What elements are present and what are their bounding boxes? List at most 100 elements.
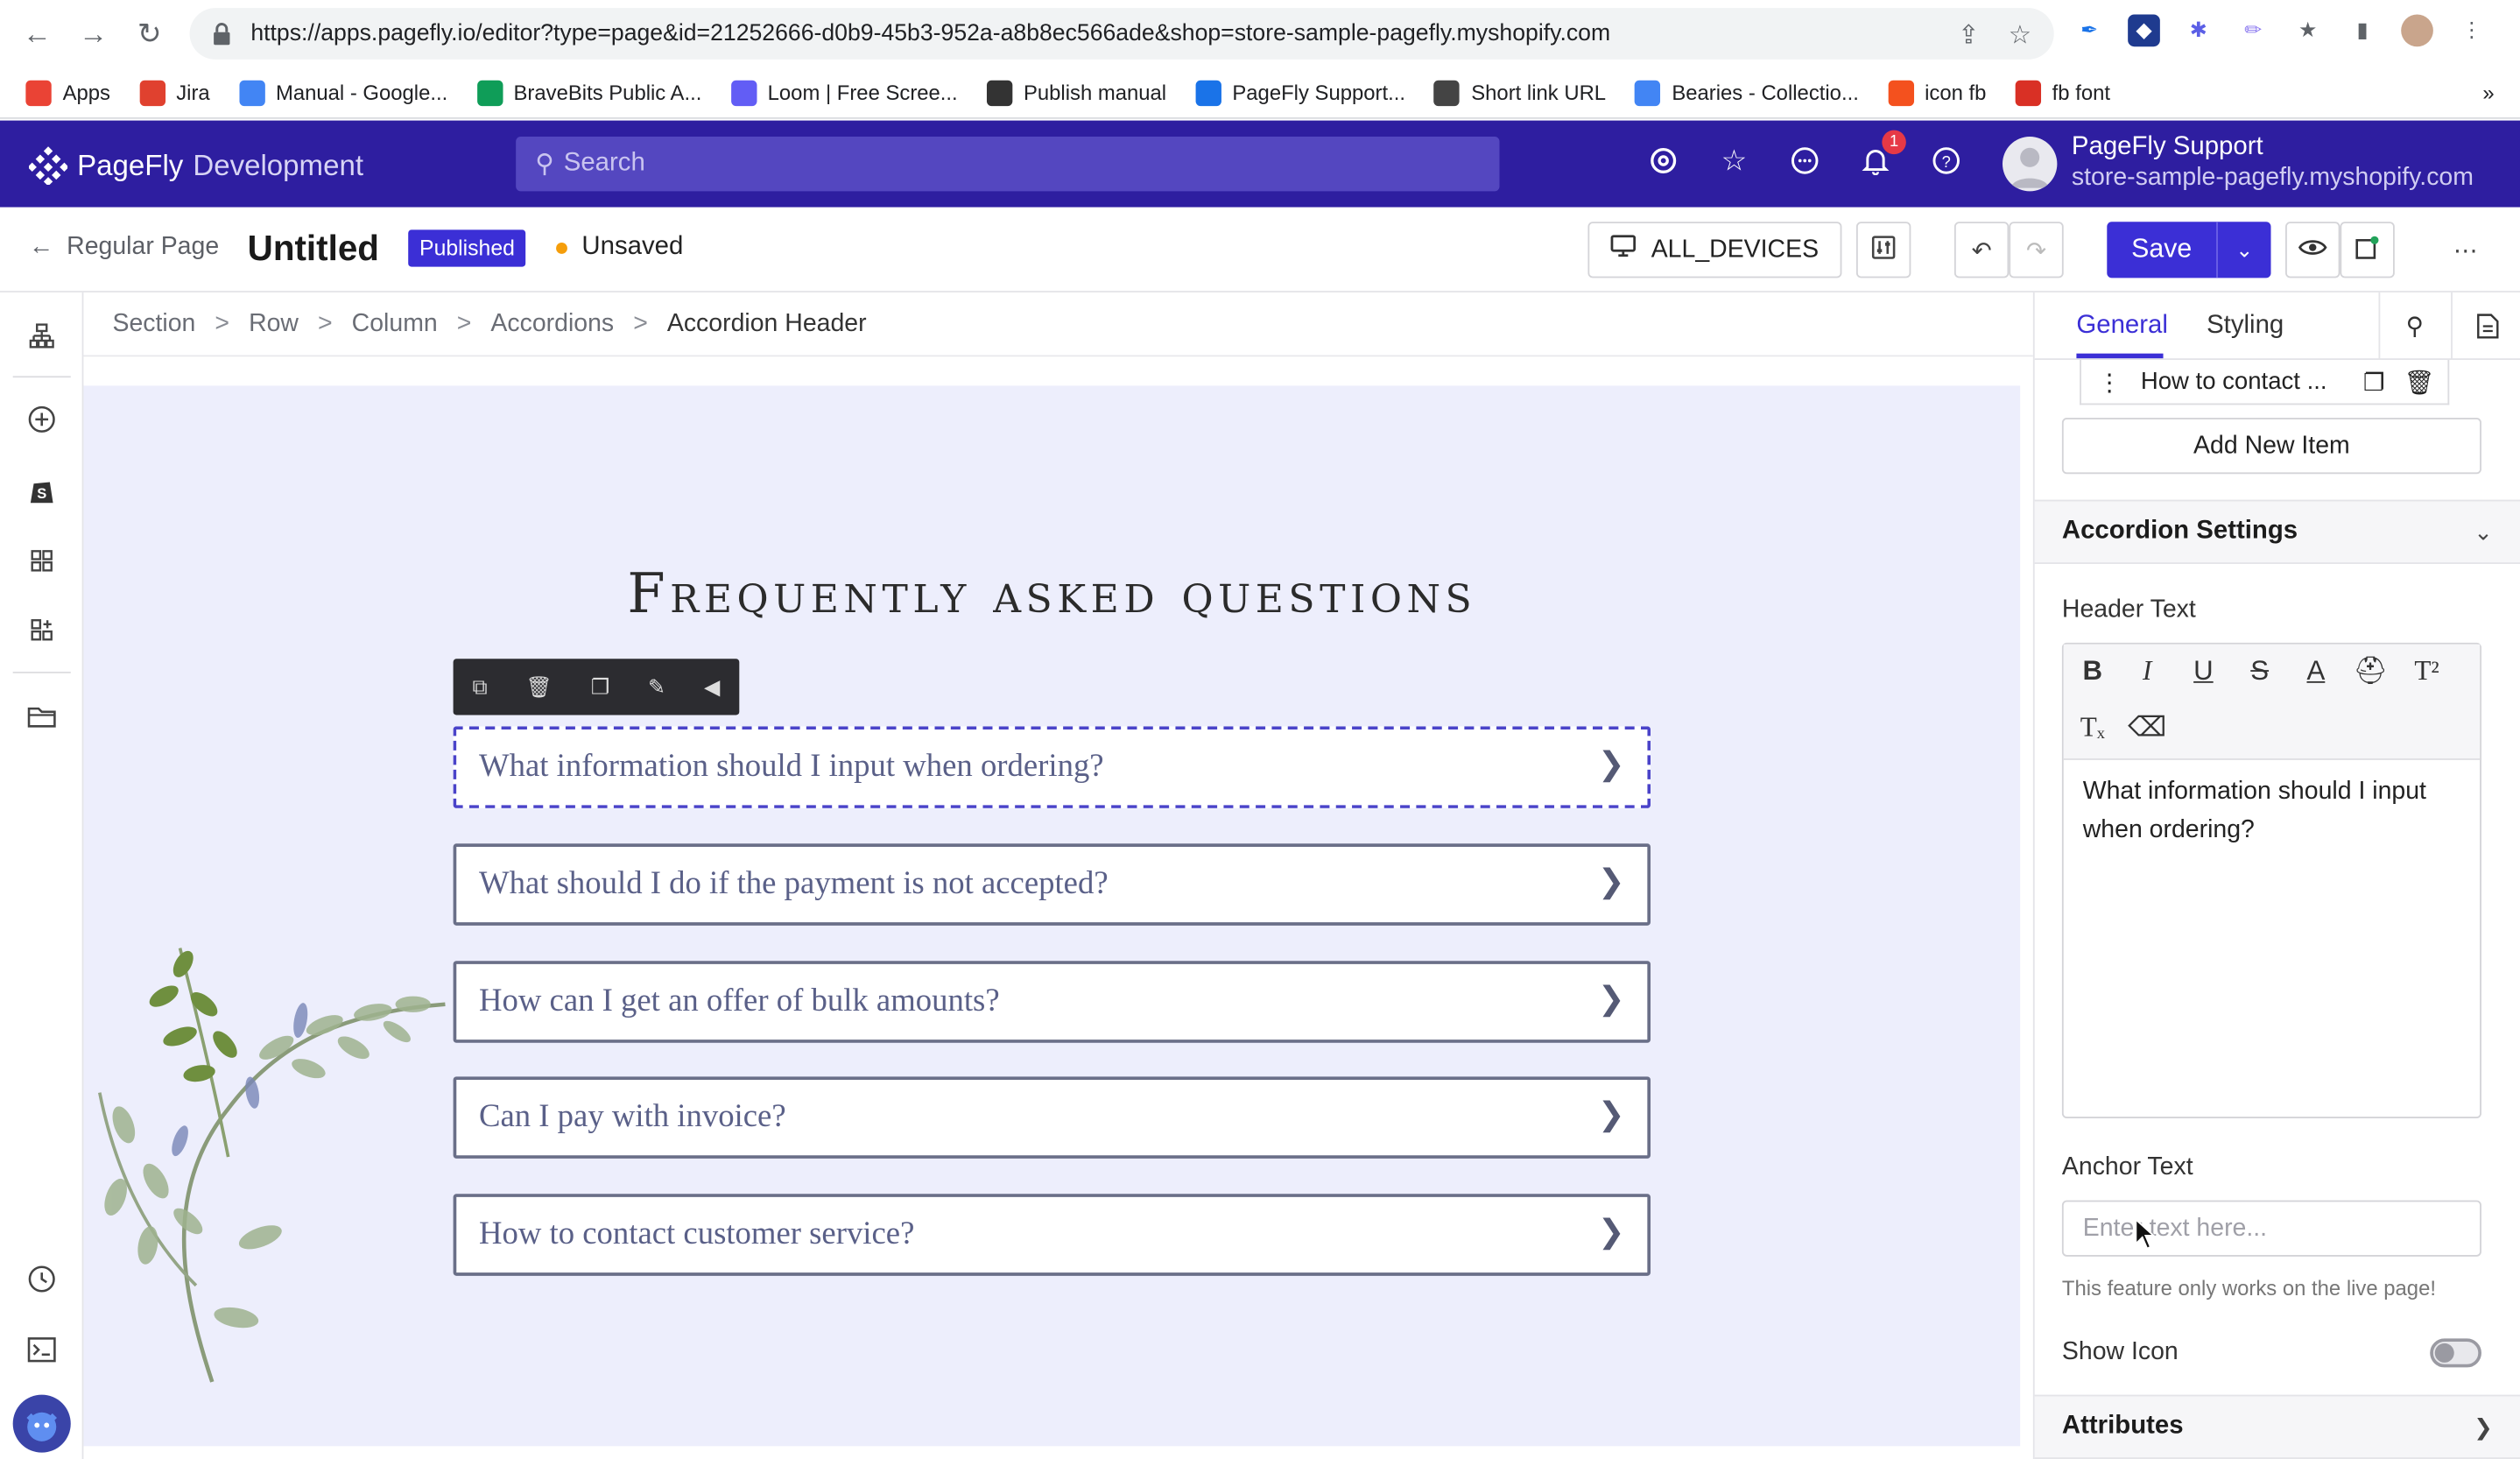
bookmark-item[interactable]: Loom | Free Scree... [730,79,958,106]
redo-button[interactable]: ↷ [2009,222,2064,278]
code-terminal-icon[interactable] [25,1332,60,1367]
user-menu[interactable]: PageFly Support store-sample-pagefly.mys… [2002,133,2474,194]
breadcrumb-row[interactable]: Row [249,309,299,338]
drag-handle-icon[interactable]: ⋮ [2097,367,2122,396]
sidebar-toggle-icon[interactable]: ▮ [2347,15,2379,47]
chevron-right-icon: > [456,309,472,337]
superscript-icon[interactable]: T² [2408,652,2446,691]
browser-back-icon[interactable]: ← [10,6,64,60]
bookmark-item[interactable]: Manual - Google... [238,79,447,106]
bookmark-item[interactable]: Jira [139,79,210,106]
notification-bell-icon[interactable]: 1 [1858,130,1906,178]
mascot-avatar-icon[interactable] [12,1394,71,1453]
bookmark-item[interactable]: BraveBits Public A... [476,79,701,106]
pagefly-logo[interactable]: PageFly Development [29,146,363,186]
delete-trash-icon[interactable]: 🗑 [526,674,553,700]
layers-tree-icon[interactable] [25,318,60,353]
folder-icon[interactable] [25,699,60,734]
chat-icon[interactable] [1787,143,1822,178]
profile-avatar[interactable] [2401,14,2433,47]
address-bar[interactable]: https://apps.pagefly.io/editor?type=page… [189,8,2054,60]
browser-reload-icon[interactable]: ↻ [122,6,176,60]
search-icon[interactable]: ⚲ [2378,292,2449,360]
page-title[interactable]: Untitled [248,229,379,271]
bold-icon[interactable]: B [2073,652,2112,691]
header-text-editor[interactable]: B I U S A ⛑ T² Tₓ ⌫ What information sho… [2061,642,2481,1119]
back-to-pages-link[interactable]: ← Regular Page [29,233,219,262]
extensions-puzzle-icon[interactable]: ★ [2291,15,2324,47]
bookmark-item[interactable]: PageFly Support... [1195,79,1405,106]
add-apps-icon[interactable] [25,612,60,647]
search-input[interactable]: ⚲ Search [516,136,1500,192]
header-text-content[interactable]: What information should I input when ord… [2083,773,2462,850]
accordion-item[interactable]: What information should I input when ord… [453,726,1651,808]
duplicate-icon[interactable]: ❐ [2363,367,2385,396]
bookmark-item[interactable]: Bearies - Collectio... [1635,79,1859,106]
page-document-icon[interactable] [2451,292,2520,360]
extension-blue-icon[interactable]: ◆ [2128,14,2160,47]
tab-styling[interactable]: Styling [2207,312,2284,341]
page-section[interactable]: Frequently asked questions ⧉ 🗑 ❐ ✎ ◀ Wha… [83,385,2021,1447]
highlight-bucket-icon[interactable]: ⛑ [2351,652,2390,691]
accordion-item[interactable]: Can I pay with invoice? ❯ [453,1076,1651,1159]
bookmark-item[interactable]: Publish manual [986,79,1166,106]
italic-icon[interactable]: I [2128,652,2166,691]
save-dropdown-chevron-icon[interactable]: ⌄ [2216,222,2270,278]
shopify-icon[interactable]: S [25,472,60,507]
breadcrumb-column[interactable]: Column [352,309,438,338]
extension-pen-icon[interactable]: ✏ [2237,15,2270,47]
sections-grid-icon[interactable] [25,543,60,578]
bookmarks-overflow-icon[interactable]: » [2482,81,2494,105]
extension-snowflake-icon[interactable]: ✱ [2183,15,2215,47]
extension-eyedropper-icon[interactable]: ✒ [2073,15,2106,47]
publish-button[interactable] [2340,222,2395,278]
browser-forward-icon[interactable]: → [66,6,120,60]
eraser-icon[interactable]: ⌫ [2128,708,2166,747]
bookmark-star-icon[interactable]: ☆ [2009,19,2031,52]
device-selector-button[interactable]: ALL_DEVICES [1587,222,1842,278]
accordion-item[interactable]: How can I get an offer of bulk amounts? … [453,961,1651,1043]
clear-format-icon[interactable]: Tₓ [2073,708,2112,747]
undo-button[interactable]: ↶ [1953,222,2010,278]
bookmark-item[interactable]: Short link URL [1434,79,1607,106]
save-button[interactable]: Save ⌄ [2107,222,2271,278]
bookmark-item[interactable]: fb font [2015,79,2110,106]
bookmark-item[interactable]: icon fb [1887,79,1986,106]
tab-general[interactable]: General [2076,312,2167,341]
bookmark-favicon-icon [730,79,757,106]
breadcrumb-section[interactable]: Section [112,309,195,338]
layout-settings-button[interactable] [1855,222,1911,278]
accordion-item[interactable]: What should I do if the payment is not a… [453,843,1651,926]
bookmark-label: Short link URL [1471,80,1607,105]
url-text: https://apps.pagefly.io/editor?type=page… [250,20,1611,47]
copy-icon[interactable]: ❐ [591,674,609,700]
strikethrough-icon[interactable]: S [2241,652,2279,691]
accordion-list-item[interactable]: ⋮ How to contact ... ❐ 🗑 [2080,359,2450,405]
share-icon[interactable]: ⇪ [1958,19,1980,52]
faq-heading[interactable]: Frequently asked questions [83,562,2020,626]
rich-text-toolbar: B I U S A ⛑ T² Tₓ ⌫ [2063,644,2481,760]
preview-button[interactable] [2285,222,2341,278]
paint-brush-icon[interactable]: ✎ [648,674,665,700]
help-icon[interactable]: ? [1929,143,1964,178]
bookmark-item[interactable]: Apps [25,79,110,106]
more-options-button[interactable]: ⋯ [2438,222,2492,278]
delete-trash-icon[interactable]: 🗑 [2404,367,2435,396]
browser-menu-icon[interactable]: ⋮ [2456,15,2488,47]
text-color-icon[interactable]: A [2297,652,2335,691]
duplicate-icon[interactable]: ⧉ [473,674,488,700]
underline-icon[interactable]: U [2184,652,2222,691]
history-clock-icon[interactable] [25,1261,60,1296]
collapse-toolbar-icon[interactable]: ◀ [704,674,720,700]
sliders-icon [1870,234,1896,266]
add-element-icon[interactable] [25,402,60,437]
add-new-item-button[interactable]: Add New Item [2061,418,2481,475]
attributes-section-header[interactable]: Attributes ❯ [2034,1394,2520,1459]
breadcrumb-accordions[interactable]: Accordions [490,309,614,338]
show-icon-toggle[interactable] [2430,1338,2481,1368]
accordion-item[interactable]: How to contact customer service? ❯ [453,1194,1651,1276]
star-icon[interactable]: ☆ [1716,143,1751,178]
anchor-text-input[interactable] [2061,1200,2481,1257]
accordion-settings-header[interactable]: Accordion Settings ⌄ [2034,499,2520,565]
settings-icon[interactable] [1646,143,1681,178]
